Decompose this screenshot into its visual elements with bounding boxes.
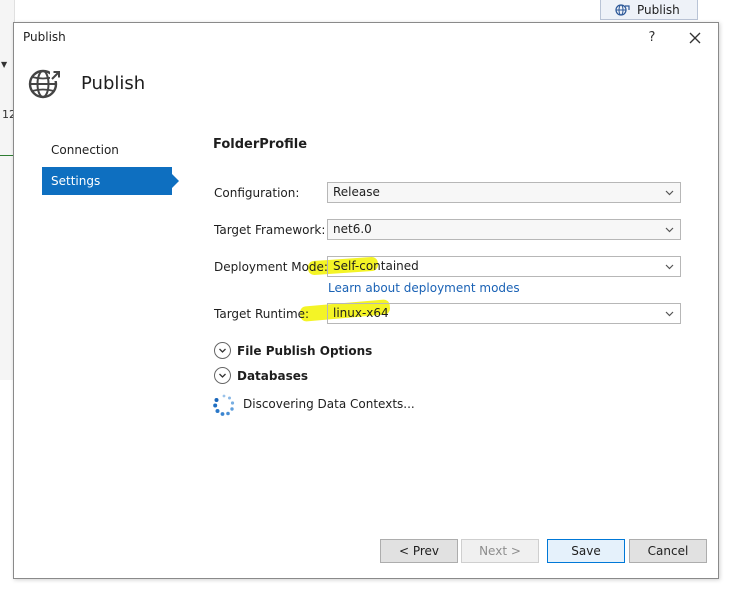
chevron-down-icon [665,190,674,196]
close-button[interactable] [685,28,705,48]
next-button[interactable]: Next > [461,539,539,563]
configuration-select[interactable]: Release [327,182,681,203]
background-tab-label: Publish [637,2,680,17]
loading-spinner-icon [213,394,235,416]
background-publish-tab[interactable]: Publish [600,0,698,20]
deployment-mode-select[interactable]: Self-contained [327,256,681,277]
publish-globe-icon [28,69,60,99]
target-framework-select[interactable]: net6.0 [327,219,681,240]
background-dropdown-icon: ▼ [1,60,8,69]
publish-dialog: Publish ? Publish Connection Settings Fo… [13,22,719,579]
chevron-down-icon [665,311,674,317]
dialog-titlebar: Publish ? [14,23,718,51]
background-divider [0,155,14,156]
save-button[interactable]: Save [547,539,625,563]
target-runtime-value: linux-x64 [333,306,389,320]
configuration-label: Configuration: [214,186,300,200]
chevron-down-icon [665,227,674,233]
target-runtime-label: Target Runtime: [214,307,310,321]
configuration-value: Release [333,185,380,199]
databases-expander[interactable]: Databases [214,367,308,384]
target-runtime-select[interactable]: linux-x64 [327,303,681,324]
learn-deployment-modes-link[interactable]: Learn about deployment modes [328,281,520,295]
help-button[interactable]: ? [642,28,662,48]
file-publish-options-expander[interactable]: File Publish Options [214,342,372,359]
nav-item-settings[interactable]: Settings [42,167,179,195]
cancel-button[interactable]: Cancel [629,539,707,563]
status-text: Discovering Data Contexts... [243,397,415,411]
prev-button[interactable]: < Prev [380,539,458,563]
profile-name: FolderProfile [213,137,308,152]
header-title: Publish [81,73,146,94]
expand-chevron-icon [214,367,231,384]
close-icon [689,32,701,44]
deployment-mode-label: Deployment Mode: [214,260,328,274]
file-publish-options-label: File Publish Options [237,343,373,358]
expand-chevron-icon [214,342,231,359]
databases-label: Databases [237,368,309,383]
chevron-down-icon [665,264,674,270]
target-framework-label: Target Framework: [214,223,326,237]
dialog-title: Publish [23,30,66,44]
target-framework-value: net6.0 [333,222,372,236]
publish-globe-icon [615,3,630,16]
deployment-mode-value: Self-contained [333,259,419,273]
nav-item-connection[interactable]: Connection [42,136,172,164]
